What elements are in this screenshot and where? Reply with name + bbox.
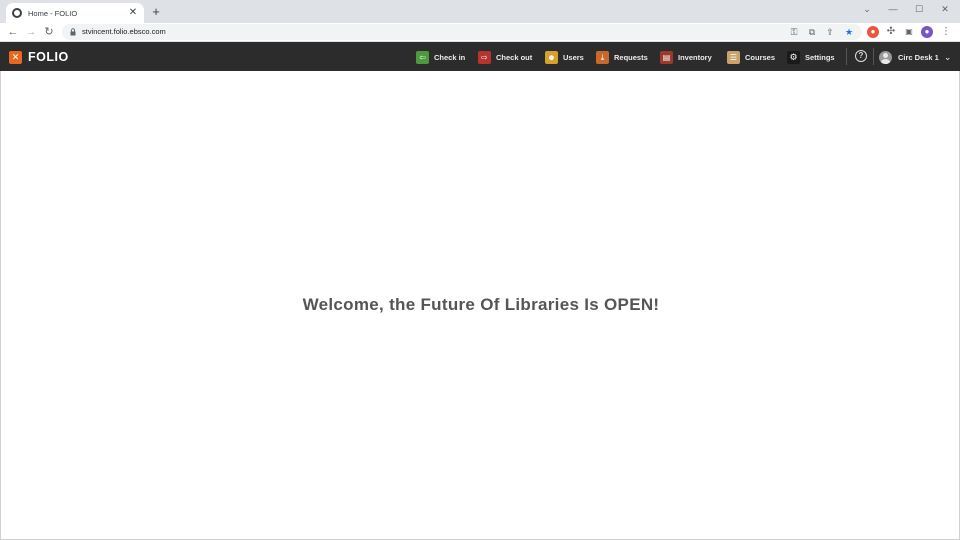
nav-check-in[interactable]: ⇦ Check in xyxy=(416,50,465,64)
chevron-down-icon: ⌄ xyxy=(943,51,952,62)
profile-avatar-icon[interactable]: ● xyxy=(921,26,933,38)
close-window-button[interactable]: ✕ xyxy=(938,2,952,16)
welcome-message: Welcome, the Future Of Libraries Is OPEN… xyxy=(302,295,660,314)
minimize-window-button[interactable]: — xyxy=(886,2,900,16)
lock-icon xyxy=(70,28,76,36)
extension-icon[interactable]: ● xyxy=(867,26,879,38)
nav-inventory-label: Inventory xyxy=(678,52,712,62)
nav-check-in-label: Check in xyxy=(434,52,466,62)
inventory-icon: ▤ xyxy=(660,50,673,64)
nav-users-label: Users xyxy=(563,52,584,62)
folio-logo-icon: ✕ xyxy=(9,50,22,64)
folio-home-link[interactable]: ✕ FOLIO xyxy=(9,50,69,64)
nav-users[interactable]: ☻ Users xyxy=(545,50,584,64)
nav-requests-label: Requests xyxy=(614,52,648,62)
nav-inventory[interactable]: ▤ Inventory xyxy=(660,50,712,64)
brand-name: FOLIO xyxy=(28,50,69,64)
nav-divider xyxy=(873,48,874,65)
side-panel-icon[interactable]: ▣ xyxy=(903,26,915,38)
profile-label: Circ Desk 1 xyxy=(898,52,939,62)
help-icon[interactable]: ? xyxy=(855,50,867,62)
new-tab-button[interactable]: + xyxy=(150,5,162,18)
tab-title: Home - FOLIO xyxy=(28,8,78,18)
avatar xyxy=(879,50,892,64)
courses-icon: ☰ xyxy=(727,50,740,64)
nav-check-out-label: Check out xyxy=(496,52,533,62)
main-content: Welcome, the Future Of Libraries Is OPEN… xyxy=(0,71,960,540)
bookmark-star-icon[interactable]: ★ xyxy=(843,26,855,38)
users-icon: ☻ xyxy=(545,50,558,64)
nav-settings[interactable]: ⚙ Settings xyxy=(787,50,835,64)
requests-icon: ⤓ xyxy=(596,50,609,64)
maximize-window-button[interactable]: ☐ xyxy=(912,2,926,16)
gear-icon: ⚙ xyxy=(787,50,800,64)
nav-courses[interactable]: ☰ Courses xyxy=(727,50,775,64)
folio-tab-icon xyxy=(12,8,22,18)
nav-divider xyxy=(846,48,847,65)
forward-button[interactable]: → xyxy=(24,25,38,39)
folio-app-bar: ✕ FOLIO ⇦ Check in ⇨ Check out ☻ Users ⤓… xyxy=(0,42,960,71)
browser-tab[interactable]: Home - FOLIO ✕ xyxy=(6,3,144,23)
url-text: stvincent.folio.ebsco.com xyxy=(82,27,166,36)
profile-dropdown[interactable]: Circ Desk 1 ⌄ xyxy=(879,50,951,64)
check-in-icon: ⇦ xyxy=(416,50,429,64)
tab-search-icon[interactable]: ⌄ xyxy=(860,2,874,16)
reload-button[interactable]: ↻ xyxy=(42,25,56,39)
back-button[interactable]: ← xyxy=(6,25,20,39)
extensions-puzzle-icon[interactable]: ✣ xyxy=(885,26,897,38)
key-icon[interactable]: ⚿ xyxy=(788,26,800,38)
nav-courses-label: Courses xyxy=(745,52,776,62)
nav-check-out[interactable]: ⇨ Check out xyxy=(478,50,532,64)
nav-settings-label: Settings xyxy=(805,52,835,62)
open-external-icon[interactable]: ⧉ xyxy=(806,26,818,38)
browser-toolbar: ← → ↻ stvincent.folio.ebsco.com ⚿ ⧉ ⇪ ★ … xyxy=(0,23,960,42)
nav-requests[interactable]: ⤓ Requests xyxy=(596,50,648,64)
check-out-icon: ⇨ xyxy=(478,50,491,64)
close-tab-icon[interactable]: ✕ xyxy=(128,8,138,18)
browser-tab-strip: Home - FOLIO ✕ + ⌄ — ☐ ✕ xyxy=(0,0,960,23)
share-icon[interactable]: ⇪ xyxy=(824,26,836,38)
address-bar[interactable]: stvincent.folio.ebsco.com ⚿ ⧉ ⇪ ★ xyxy=(62,24,862,40)
browser-menu-icon[interactable]: ⋮ xyxy=(940,26,952,38)
